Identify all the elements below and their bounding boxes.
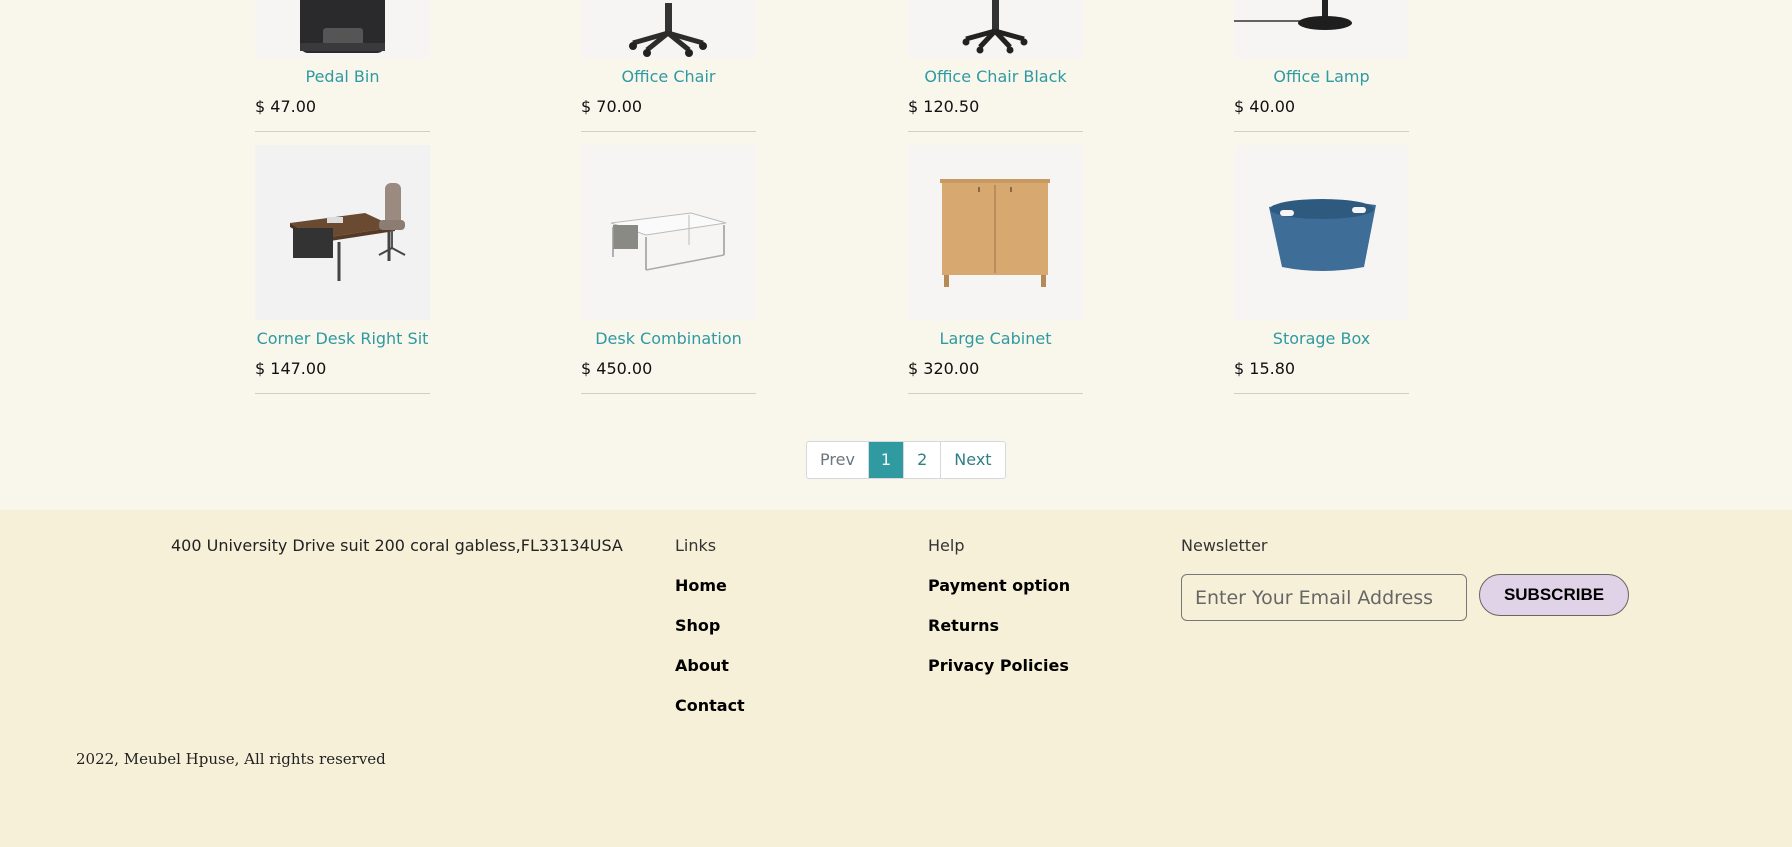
product-name-link[interactable]: Office Chair bbox=[581, 67, 756, 87]
storage-box-image[interactable] bbox=[1234, 145, 1409, 320]
product-grid: Pedal Bin $ 47.00 Office Chair $ 70.00 O… bbox=[0, 0, 1792, 510]
product-price: $ 40.00 bbox=[1234, 97, 1409, 132]
product-card[interactable]: Pedal Bin $ 47.00 bbox=[255, 0, 430, 132]
newsletter-email-input[interactable] bbox=[1181, 574, 1467, 621]
footer-help-column: Help Payment option Returns Privacy Poli… bbox=[928, 536, 1070, 696]
product-card[interactable]: Office Chair $ 70.00 bbox=[581, 0, 756, 132]
product-name-link[interactable]: Corner Desk Right Sit bbox=[255, 329, 430, 349]
office-chair-black-image[interactable] bbox=[908, 0, 1083, 58]
page-1-button[interactable]: 1 bbox=[867, 442, 904, 478]
product-name-link[interactable]: Storage Box bbox=[1234, 329, 1409, 349]
site-footer: 400 University Drive suit 200 coral gabl… bbox=[0, 510, 1792, 847]
footer-link-returns[interactable]: Returns bbox=[928, 616, 1070, 636]
product-price: $ 320.00 bbox=[908, 359, 1083, 394]
footer-link-payment-option[interactable]: Payment option bbox=[928, 576, 1070, 596]
product-price: $ 120.50 bbox=[908, 97, 1083, 132]
product-card[interactable]: Large Cabinet $ 320.00 bbox=[908, 145, 1083, 394]
footer-link-contact[interactable]: Contact bbox=[675, 696, 745, 716]
product-card[interactable]: Desk Combination $ 450.00 bbox=[581, 145, 756, 394]
product-name-link[interactable]: Large Cabinet bbox=[908, 329, 1083, 349]
pedal-bin-image[interactable] bbox=[255, 0, 430, 58]
product-price: $ 147.00 bbox=[255, 359, 430, 394]
footer-link-about[interactable]: About bbox=[675, 656, 745, 676]
product-price: $ 15.80 bbox=[1234, 359, 1409, 394]
footer-address: 400 University Drive suit 200 coral gabl… bbox=[171, 536, 623, 555]
footer-newsletter-column: Newsletter bbox=[1181, 536, 1268, 576]
office-chair-image[interactable] bbox=[581, 0, 756, 58]
page-2-button[interactable]: 2 bbox=[903, 442, 940, 478]
product-price: $ 450.00 bbox=[581, 359, 756, 394]
footer-links-heading: Links bbox=[675, 536, 717, 555]
footer-link-home[interactable]: Home bbox=[675, 576, 745, 596]
product-name-link[interactable]: Office Chair Black bbox=[908, 67, 1083, 87]
product-name-link[interactable]: Pedal Bin bbox=[255, 67, 430, 87]
footer-help-heading: Help bbox=[928, 536, 965, 555]
product-name-link[interactable]: Office Lamp bbox=[1234, 67, 1409, 87]
subscribe-button[interactable]: SUBSCRIBE bbox=[1479, 574, 1629, 616]
product-card[interactable]: Office Lamp $ 40.00 bbox=[1234, 0, 1409, 132]
prev-page-button[interactable]: Prev bbox=[807, 442, 868, 478]
desk-combination-image[interactable] bbox=[581, 145, 756, 320]
next-page-button[interactable]: Next bbox=[940, 442, 1004, 478]
office-lamp-image[interactable] bbox=[1234, 0, 1409, 58]
copyright-text: 2022, Meubel Hpuse, All rights reserved bbox=[76, 750, 386, 768]
footer-links-column: Links Home Shop About Contact bbox=[675, 536, 745, 736]
product-name-link[interactable]: Desk Combination bbox=[581, 329, 756, 349]
pagination: Prev 1 2 Next bbox=[806, 441, 1006, 479]
product-price: $ 70.00 bbox=[581, 97, 756, 132]
product-card[interactable]: Office Chair Black $ 120.50 bbox=[908, 0, 1083, 132]
footer-link-privacy-policies[interactable]: Privacy Policies bbox=[928, 656, 1070, 676]
footer-newsletter-heading: Newsletter bbox=[1181, 536, 1268, 555]
corner-desk-image[interactable] bbox=[255, 145, 430, 320]
product-price: $ 47.00 bbox=[255, 97, 430, 132]
product-card[interactable]: Corner Desk Right Sit $ 147.00 bbox=[255, 145, 430, 394]
large-cabinet-image[interactable] bbox=[908, 145, 1083, 320]
product-card[interactable]: Storage Box $ 15.80 bbox=[1234, 145, 1409, 394]
footer-link-shop[interactable]: Shop bbox=[675, 616, 745, 636]
